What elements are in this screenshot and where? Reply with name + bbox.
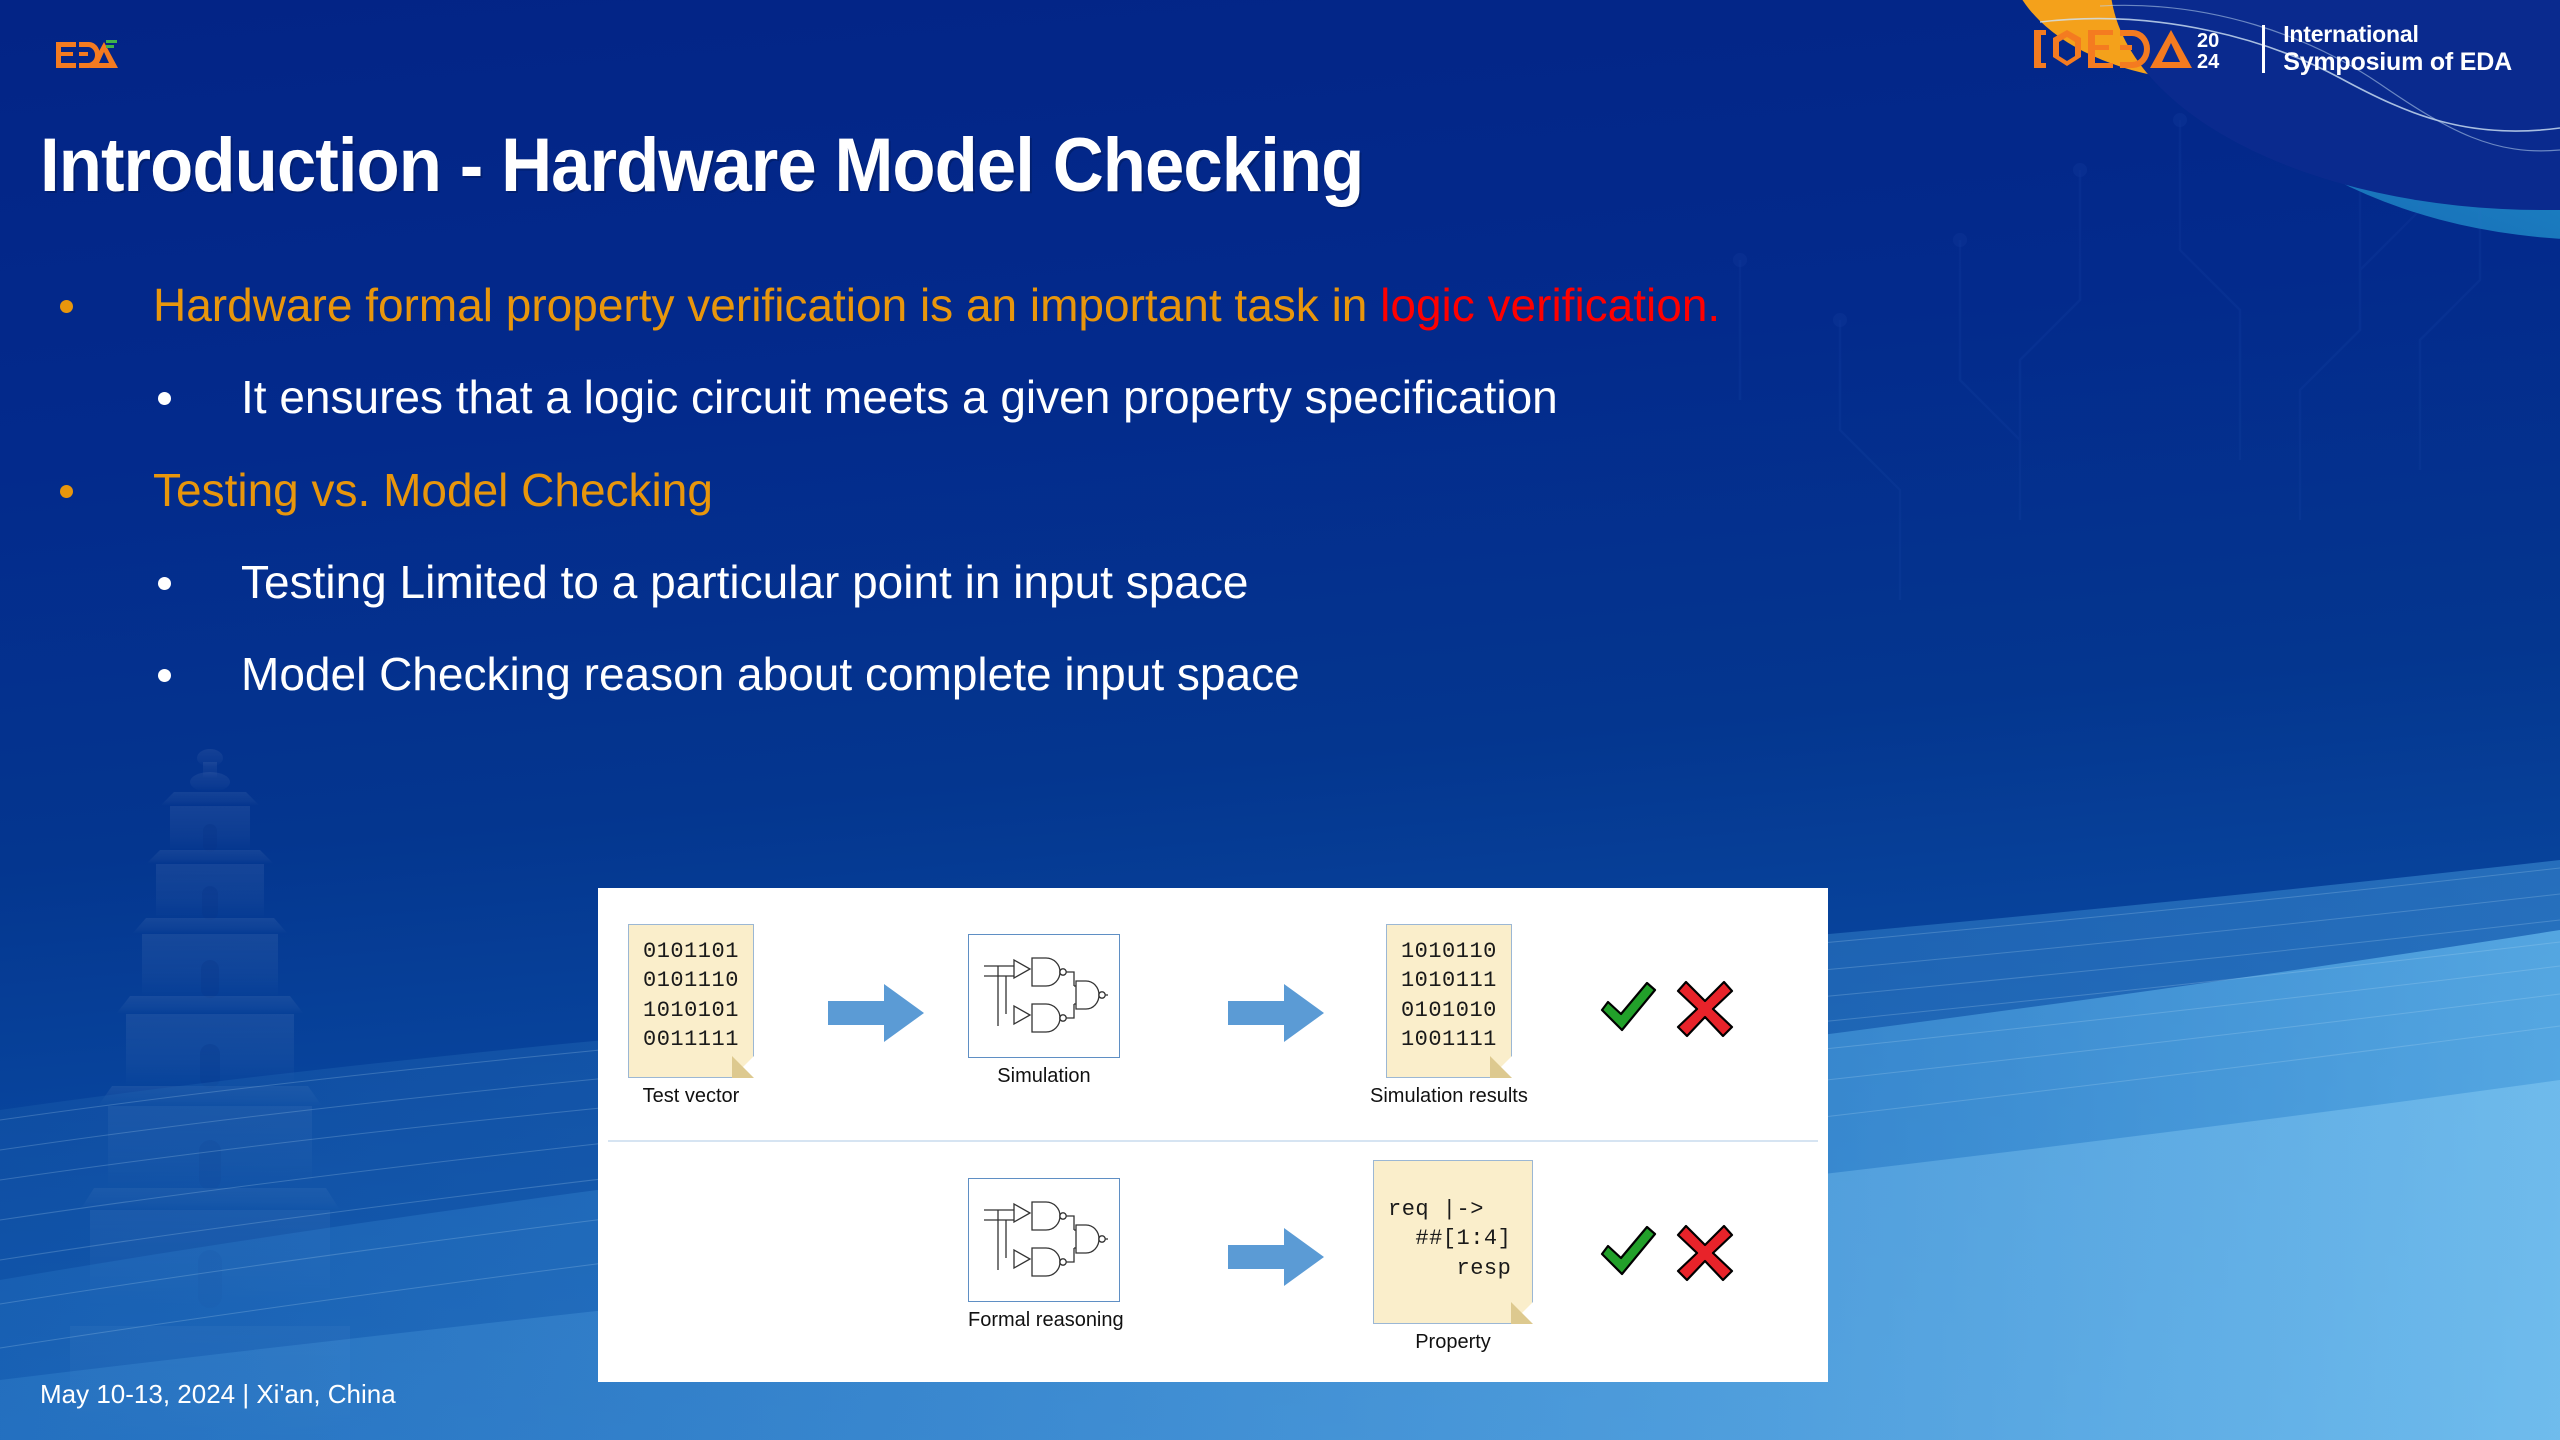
test-vector-stage: 0101101 0101110 1010101 0011111 Test vec… bbox=[628, 924, 754, 1108]
property-stage: req |-> ##[1:4] resp Property bbox=[1373, 1160, 1533, 1354]
slide-title: Introduction - Hardware Model Checking bbox=[40, 123, 1364, 208]
bullet-text: Testing Limited to a particular point in… bbox=[241, 555, 1249, 608]
test-vector-note: 0101101 0101110 1010101 0011111 bbox=[628, 924, 754, 1078]
bullet-dot-icon bbox=[158, 392, 171, 406]
property-lines: req |-> ##[1:4] resp bbox=[1388, 1197, 1512, 1281]
property-caption: Property bbox=[1415, 1331, 1491, 1354]
formal-reasoning-circuit-box bbox=[968, 1178, 1120, 1302]
bullet-text: It ensures that a logic circuit meets a … bbox=[241, 371, 1558, 424]
bullet-dot-icon bbox=[60, 484, 73, 498]
bullet-level2: Testing Limited to a particular point in… bbox=[0, 555, 2400, 609]
simulation-results-note: 1010110 1010111 0101010 1001111 bbox=[1385, 924, 1512, 1078]
formal-reasoning-stage: Formal reasoning bbox=[968, 1178, 1124, 1332]
slide-footer: May 10-13, 2024 | Xi'an, China bbox=[40, 1379, 396, 1409]
iseda-subtitle-line2: Symposium of EDA bbox=[2283, 47, 2512, 76]
iseda-subtitle-line1: International bbox=[2283, 21, 2419, 47]
bullet-text-highlight: logic verification. bbox=[1380, 279, 1721, 331]
verdict-marks bbox=[1598, 1224, 1734, 1282]
slide-body: Hardware formal property verification is… bbox=[0, 278, 2400, 739]
bullet-dot-icon bbox=[158, 576, 171, 590]
verdict-marks bbox=[1598, 980, 1734, 1038]
bullet-level2: Model Checking reason about complete inp… bbox=[0, 647, 2400, 701]
bullet-level2: It ensures that a logic circuit meets a … bbox=[0, 370, 2400, 424]
model-checking-flow-row: Formal reasoning req |-> ##[1:4] resp Pr… bbox=[598, 1140, 1828, 1382]
bullet-dot-icon bbox=[158, 669, 171, 683]
slide-canvas: 20 24 International Symposium of EDA Int… bbox=[0, 0, 2560, 1440]
svg-text:24: 24 bbox=[2197, 51, 2220, 72]
arrow-right-icon bbox=[1228, 1228, 1324, 1286]
bullet-text: Hardware formal property verification is… bbox=[153, 278, 1720, 332]
logic-circuit-icon bbox=[984, 1201, 1108, 1277]
bullet-text: Testing vs. Model Checking bbox=[153, 463, 713, 516]
note-fold-icon bbox=[1489, 1055, 1512, 1078]
bullet-text-main: Hardware formal property verification is… bbox=[153, 279, 1381, 331]
diagram-panel: 0101101 0101110 1010101 0011111 Test vec… bbox=[598, 888, 1828, 1382]
eda-logo-mark bbox=[56, 40, 118, 68]
bullet-text: Model Checking reason about complete inp… bbox=[241, 648, 1300, 701]
check-mark-icon bbox=[1600, 981, 1657, 1032]
testing-flow-row: 0101101 0101110 1010101 0011111 Test vec… bbox=[598, 888, 1828, 1140]
property-note: req |-> ##[1:4] resp bbox=[1373, 1160, 1533, 1325]
eda-logo bbox=[56, 40, 118, 75]
formal-reasoning-caption: Formal reasoning bbox=[968, 1309, 1124, 1331]
simulation-results-stage: 1010110 1010111 0101010 1001111 Simulati… bbox=[1370, 924, 1528, 1108]
simulation-results-lines: 1010110 1010111 0101010 1001111 bbox=[1400, 939, 1497, 1053]
note-fold-icon bbox=[731, 1055, 754, 1078]
arrow-right-icon bbox=[1228, 984, 1324, 1042]
simulation-stage: Simulation bbox=[968, 934, 1120, 1088]
note-fold-icon bbox=[1511, 1302, 1533, 1325]
iseda-logo: 20 24 International Symposium of EDA bbox=[2034, 21, 2512, 76]
bullet-level1: Hardware formal property verification is… bbox=[0, 278, 2400, 332]
iseda-divider bbox=[2262, 24, 2266, 73]
svg-text:20: 20 bbox=[2197, 30, 2219, 52]
cross-mark-icon bbox=[1676, 1224, 1734, 1282]
iseda-logo-mark: 20 24 bbox=[2034, 29, 2220, 72]
simulation-circuit-box bbox=[968, 934, 1120, 1058]
cross-mark-icon bbox=[1676, 980, 1734, 1038]
iseda-subtitle: International Symposium of EDA bbox=[2283, 21, 2512, 76]
bullet-level1: Testing vs. Model Checking bbox=[0, 463, 2400, 517]
check-mark-icon bbox=[1600, 1225, 1657, 1276]
simulation-caption: Simulation bbox=[997, 1065, 1091, 1087]
logic-circuit-icon bbox=[984, 957, 1108, 1033]
test-vector-caption: Test vector bbox=[642, 1084, 740, 1107]
arrow-right-icon bbox=[828, 984, 924, 1042]
bullet-dot-icon bbox=[60, 300, 73, 313]
test-vector-lines: 0101101 0101110 1010101 0011111 bbox=[643, 939, 739, 1053]
simulation-results-caption: Simulation results bbox=[1370, 1084, 1528, 1107]
pagoda-watermark bbox=[70, 749, 350, 1440]
